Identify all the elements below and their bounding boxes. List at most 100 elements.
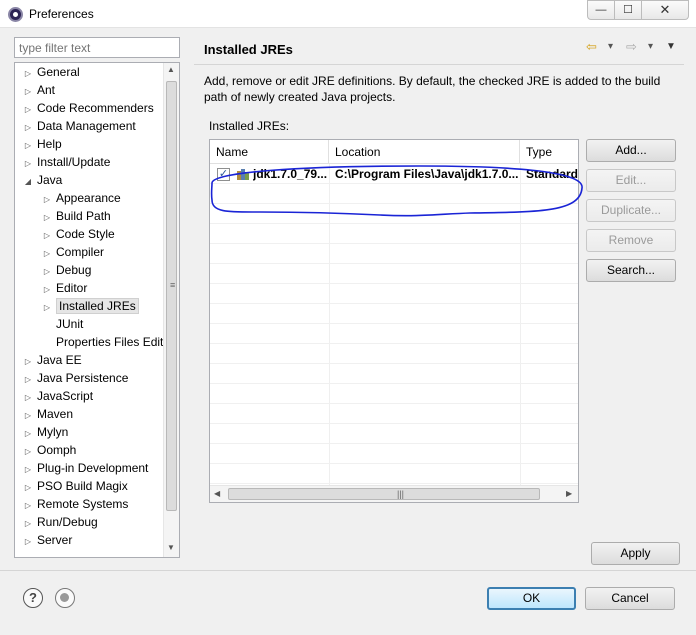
tree-item-label: Mylyn [37,425,69,439]
tree-item-ant[interactable]: ▷ Ant [23,81,55,99]
tree-item-label: Java Persistence [37,371,129,385]
duplicate-button[interactable]: Duplicate... [586,199,676,222]
tree-item-remote-systems[interactable]: ▷ Remote Systems [23,495,128,513]
back-arrow-icon[interactable]: ⇦ [586,39,597,55]
tree-item-java-ee[interactable]: ▷ Java EE [23,351,82,369]
remove-button[interactable]: Remove [586,229,676,252]
table-row [210,424,578,444]
installed-jres-label: Installed JREs: [209,119,290,133]
window-title: Preferences [29,7,94,21]
collapse-icon[interactable]: ◢ [23,173,33,191]
grip-icon: ||| [397,489,405,499]
tree-item-build-path[interactable]: ▷ Build Path [42,207,111,225]
tree-item-label: Ant [37,83,56,97]
table-row [210,444,578,464]
tree-item-install-update[interactable]: ▷ Install/Update [23,153,110,171]
tree-item-mylyn[interactable]: ▷ Mylyn [23,423,68,441]
tree-item-editor[interactable]: ▷ Editor [42,279,87,297]
tree-item-code-recommenders[interactable]: ▷ Code Recommenders [23,99,154,117]
ok-button[interactable]: OK [487,587,576,610]
page-description: Add, remove or edit JRE definitions. By … [204,74,661,104]
tree-item-label: Oomph [37,443,77,457]
tree-scrollbar[interactable]: ▲ ≡ ▼ [163,63,179,557]
table-row [210,364,578,384]
table-row [210,244,578,264]
tree-item-label: Run/Debug [37,515,98,529]
tree-item-properties-files-editor[interactable]: Properties Files Edito [42,333,170,351]
table-row [210,324,578,344]
back-dropdown-icon[interactable]: ▾ [608,41,613,52]
column-header-type[interactable]: Type [520,140,578,164]
tree-item-code-style[interactable]: ▷ Code Style [42,225,115,243]
grip-icon: ≡ [170,280,176,290]
tree-item-maven[interactable]: ▷ Maven [23,405,73,423]
tree-item-debug[interactable]: ▷ Debug [42,261,91,279]
tree-item-compiler[interactable]: ▷ Compiler [42,243,104,261]
tree-item-label: Build Path [56,209,111,223]
tree-item-label: Appearance [56,191,121,205]
tree-item-general[interactable]: ▷ General [23,63,80,81]
tree-item-data-management[interactable]: ▷ Data Management [23,117,136,135]
tree-item-label: Editor [56,281,88,295]
table-row [210,344,578,364]
preferences-tree[interactable]: ▷ General ▷ Ant ▷ Code Recommenders ▷ Data M… [14,62,180,558]
tree-item-label: Data Management [37,119,136,133]
tree-item-plug-in-development[interactable]: ▷ Plug-in Development [23,459,148,477]
table-row [210,404,578,424]
installed-jres-table[interactable]: Name Location Type ✓ jdk1.7.0_79... C:\P… [209,139,579,503]
filter-input[interactable] [14,37,180,58]
minimize-button[interactable]: — [587,0,615,20]
tree-item-help[interactable]: ▷ Help [23,135,62,153]
scroll-right-arrow-icon[interactable]: ▶ [566,489,572,498]
table-row [210,284,578,304]
table-row[interactable]: ✓ jdk1.7.0_79... C:\Program Files\Java\j… [210,164,578,184]
help-icon[interactable]: ? [23,588,43,608]
expand-icon[interactable]: ▷ [23,533,33,551]
search-button[interactable]: Search... [586,259,676,282]
tree-item-pso-build-magix[interactable]: ▷ PSO Build Magix [23,477,128,495]
tree-item-appearance[interactable]: ▷ Appearance [42,189,121,207]
tree-item-label: Code Recommenders [37,101,154,115]
tree-item-run-debug[interactable]: ▷ Run/Debug [23,513,98,531]
tree-item-label: Java EE [37,353,82,367]
jre-library-icon [237,169,249,180]
cancel-button[interactable]: Cancel [585,587,675,610]
tree-item-label: Plug-in Development [37,461,149,475]
jre-location: C:\Program Files\Java\jdk1.7.0... [335,167,518,181]
tree-item-label: Properties Files Edito [56,335,171,349]
tree-item-junit[interactable]: JUnit [42,315,83,333]
tree-item-label: Debug [56,263,92,277]
record-icon[interactable] [55,588,75,608]
view-menu-icon[interactable]: ▼ [666,41,676,52]
scroll-left-arrow-icon[interactable]: ◀ [214,489,220,498]
page-navigation: ⇦ ▾ ⇨ ▾ ▼ [586,39,681,57]
table-row [210,224,578,244]
forward-dropdown-icon[interactable]: ▾ [648,41,653,52]
scroll-down-arrow-icon[interactable]: ▼ [167,543,175,552]
tree-item-installed-jres[interactable]: ▷ Installed JREs [42,297,139,315]
tree-item-javascript[interactable]: ▷ JavaScript [23,387,93,405]
tree-item-java-persistence[interactable]: ▷ Java Persistence [23,369,128,387]
column-header-location[interactable]: Location [329,140,520,164]
column-header-name[interactable]: Name [210,140,329,164]
table-horizontal-scrollbar[interactable]: ◀ ||| ▶ [210,485,578,502]
tree-item-oomph[interactable]: ▷ Oomph [23,441,76,459]
table-row [210,304,578,324]
jre-default-checkbox[interactable]: ✓ [217,168,230,181]
tree-item-label: JavaScript [37,389,94,403]
apply-button[interactable]: Apply [591,542,680,565]
edit-button[interactable]: Edit... [586,169,676,192]
forward-arrow-icon[interactable]: ⇨ [626,39,637,55]
eclipse-icon [8,7,23,22]
scrollbar-thumb[interactable]: ||| [228,488,540,500]
scrollbar-thumb[interactable]: ≡ [166,81,177,511]
maximize-button[interactable]: ☐ [614,0,642,20]
tree-item-java[interactable]: ◢ Java [23,171,62,189]
close-button[interactable]: ✕ [641,0,689,20]
tree-item-server[interactable]: ▷ Server [23,531,72,549]
tree-item-label: Compiler [56,245,105,259]
add-button[interactable]: Add... [586,139,676,162]
scroll-up-arrow-icon[interactable]: ▲ [167,65,175,74]
table-row [210,204,578,224]
tree-item-label: General [37,65,80,79]
